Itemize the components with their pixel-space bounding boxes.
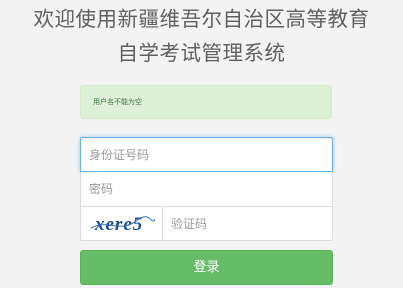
captcha-graphic: xere5 [90,214,156,235]
page-title-line1: 欢迎使用新疆维吾尔自治区高等教育 [33,7,370,31]
alert-message: 用户名不能为空 [93,98,142,106]
login-button[interactable]: 登录 [80,250,333,285]
captcha-row: xere5 [80,206,333,241]
id-number-input[interactable] [80,137,333,172]
login-page: 欢迎使用新疆维吾尔自治区高等教育 自学考试管理系统 用户名不能为空 xere5 … [0,0,403,288]
password-input[interactable] [80,172,333,207]
validation-alert: 用户名不能为空 [80,85,332,119]
captcha-image[interactable]: xere5 [81,207,163,240]
page-title-line2: 自学考试管理系统 [117,41,286,65]
captcha-input[interactable] [163,207,332,240]
